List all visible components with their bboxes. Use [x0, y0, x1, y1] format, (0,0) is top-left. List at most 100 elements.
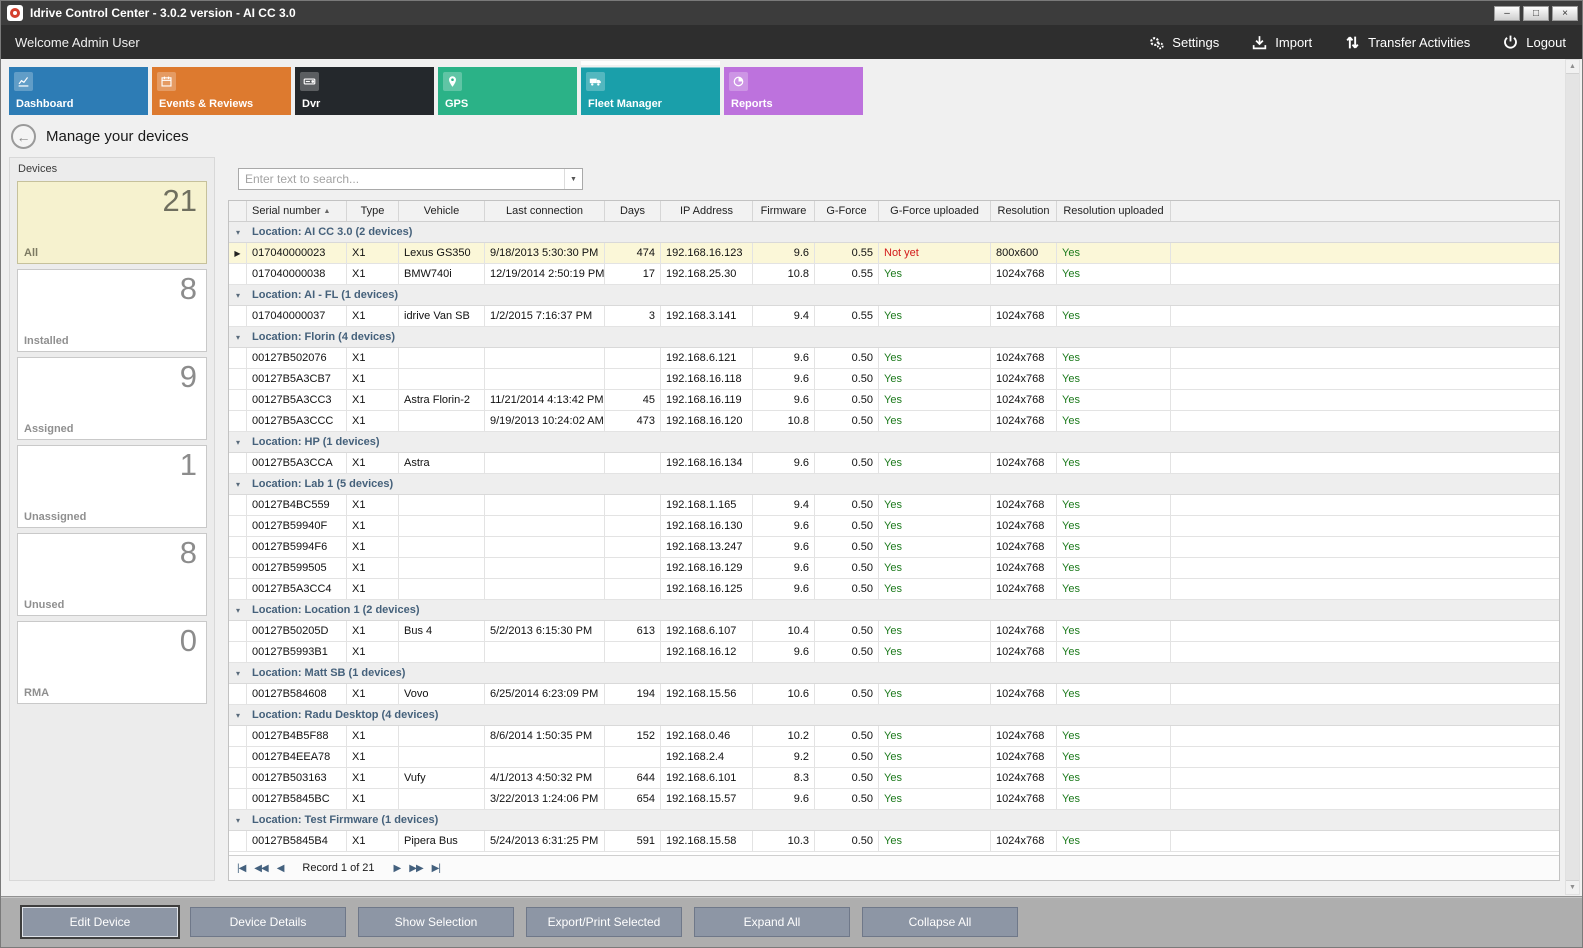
group-row[interactable]: ▾Location: Matt SB (1 devices): [229, 663, 1559, 684]
cell-ip-address: 192.168.2.4: [661, 747, 753, 767]
edit-device-button[interactable]: Edit Device: [22, 907, 178, 937]
scroll-up-icon[interactable]: ▲: [1569, 60, 1576, 73]
group-row[interactable]: ▾Location: AI - FL (1 devices): [229, 285, 1559, 306]
device-row[interactable]: 00127B5994F6X1192.168.13.2479.60.50Yes10…: [229, 537, 1559, 558]
show-selection-button[interactable]: Show Selection: [358, 907, 514, 937]
column-header-ip-address[interactable]: IP Address: [661, 201, 753, 221]
previous-page-button[interactable]: ◀◀: [254, 863, 267, 874]
device-row[interactable]: 00127B503163X1Vufy4/1/2013 4:50:32 PM644…: [229, 768, 1559, 789]
device-row[interactable]: 00127B5A3CC4X1192.168.16.1259.60.50Yes10…: [229, 579, 1559, 600]
group-row[interactable]: ▾Location: Florin (4 devices): [229, 327, 1559, 348]
export-print-selected-button[interactable]: Export/Print Selected: [526, 907, 682, 937]
topbar-action-import[interactable]: Import: [1251, 34, 1312, 51]
device-row[interactable]: 00127B4EEA78X1192.168.2.49.20.50Yes1024x…: [229, 747, 1559, 768]
tab-fleet-manager[interactable]: Fleet Manager: [581, 67, 720, 115]
device-row[interactable]: 00127B5845BCX13/22/2013 1:24:06 PM654192…: [229, 789, 1559, 810]
cell-type: X1: [347, 516, 399, 536]
device-row[interactable]: 017040000037X1idrive Van SB1/2/2015 7:16…: [229, 306, 1559, 327]
cell-resolution-uploaded: Yes: [1057, 369, 1171, 389]
device-row[interactable]: 00127B584608X1Vovo6/25/2014 6:23:09 PM19…: [229, 684, 1559, 705]
tab-dvr[interactable]: Dvr: [295, 67, 434, 115]
device-row[interactable]: 00127B5A3CCAX1Astra192.168.16.1349.60.50…: [229, 453, 1559, 474]
device-row[interactable]: 00127B5A3CC3X1Astra Florin-211/21/2014 4…: [229, 390, 1559, 411]
topbar-action-logout[interactable]: Logout: [1502, 34, 1566, 51]
search-input[interactable]: [239, 169, 564, 189]
device-filter-unassigned[interactable]: 1Unassigned: [17, 445, 207, 528]
vertical-scrollbar[interactable]: ▲ ▼: [1565, 59, 1580, 895]
collapse-caret-icon: ▾: [236, 438, 247, 447]
module-tabs: DashboardEvents & Reviews Dvr GPSFleet Man…: [1, 59, 1582, 120]
dropdown-arrow-icon[interactable]: ▼: [564, 169, 582, 189]
previous-record-button[interactable]: ◀: [277, 863, 284, 874]
topbar-action-transfer-activities[interactable]: Transfer Activities: [1344, 34, 1470, 51]
cell-days: 591: [605, 831, 661, 851]
device-filter-unused[interactable]: 8Unused: [17, 533, 207, 616]
cell-g-force: 0.50: [815, 348, 879, 368]
cell-type: X1: [347, 621, 399, 641]
back-button[interactable]: ←: [11, 124, 36, 149]
device-row[interactable]: 00127B50205DX1Bus 45/2/2013 6:15:30 PM61…: [229, 621, 1559, 642]
expand-all-button[interactable]: Expand All: [694, 907, 850, 937]
cell-days: 613: [605, 621, 661, 641]
device-row[interactable]: 017040000038X1BMW740i12/19/2014 2:50:19 …: [229, 264, 1559, 285]
device-row[interactable]: 00127B5A3CB7X1192.168.16.1189.60.50Yes10…: [229, 369, 1559, 390]
tab-reports[interactable]: Reports: [724, 67, 863, 115]
cell-days: 473: [605, 411, 661, 431]
row-filler: [1171, 369, 1559, 389]
tab-dashboard[interactable]: Dashboard: [9, 67, 148, 115]
group-row[interactable]: ▾Location: AI CC 3.0 (2 devices): [229, 222, 1559, 243]
device-row[interactable]: 00127B4B5F88X18/6/2014 1:50:35 PM152192.…: [229, 726, 1559, 747]
collapse-all-button[interactable]: Collapse All: [862, 907, 1018, 937]
column-header-last-connection[interactable]: Last connection: [485, 201, 605, 221]
cell-firmware: 9.6: [753, 390, 815, 410]
device-filter-rma[interactable]: 0RMA: [17, 621, 207, 704]
next-page-button[interactable]: ▶▶: [409, 863, 422, 874]
device-row[interactable]: ▶017040000023X1Lexus GS3509/18/2013 5:30…: [229, 243, 1559, 264]
device-row[interactable]: 00127B4BC559X1192.168.1.1659.40.50Yes102…: [229, 495, 1559, 516]
scrollbar-thumb[interactable]: [1566, 73, 1579, 881]
device-filter-assigned[interactable]: 9Assigned: [17, 357, 207, 440]
cell-type: X1: [347, 306, 399, 326]
column-header-vehicle[interactable]: Vehicle: [399, 201, 485, 221]
device-filter-all[interactable]: 21All: [17, 181, 207, 264]
device-row[interactable]: 00127B5993B1X1192.168.16.129.60.50Yes102…: [229, 642, 1559, 663]
close-button[interactable]: ×: [1552, 6, 1578, 21]
column-header-days[interactable]: Days: [605, 201, 661, 221]
cell-g-force-uploaded: Yes: [879, 558, 991, 578]
device-filter-cards: 21All8Installed9Assigned1Unassigned8Unus…: [17, 181, 207, 704]
device-row[interactable]: 00127B59940FX1192.168.16.1309.60.50Yes10…: [229, 516, 1559, 537]
device-row[interactable]: 00127B5845B4X1Pipera Bus5/24/2013 6:31:2…: [229, 831, 1559, 852]
row-filler: [1171, 516, 1559, 536]
column-header-g-force[interactable]: G-Force: [815, 201, 879, 221]
column-header-firmware[interactable]: Firmware: [753, 201, 815, 221]
maximize-button[interactable]: □: [1523, 6, 1549, 21]
group-row[interactable]: ▾Location: HP (1 devices): [229, 432, 1559, 453]
cell-last-connection: [485, 747, 605, 767]
column-header-g-force-uploaded[interactable]: G-Force uploaded: [879, 201, 991, 221]
cell-g-force: 0.55: [815, 243, 879, 263]
next-record-button[interactable]: ▶: [394, 863, 401, 874]
tab-label: Dvr: [302, 98, 320, 110]
column-header-resolution-uploaded[interactable]: Resolution uploaded: [1057, 201, 1171, 221]
device-row[interactable]: 00127B599505X1192.168.16.1299.60.50Yes10…: [229, 558, 1559, 579]
column-header-type[interactable]: Type: [347, 201, 399, 221]
group-row[interactable]: ▾Location: Test Firmware (1 devices): [229, 810, 1559, 831]
device-filter-installed[interactable]: 8Installed: [17, 269, 207, 352]
cell-vehicle: [399, 537, 485, 557]
device-details-button[interactable]: Device Details: [190, 907, 346, 937]
group-row[interactable]: ▾Location: Lab 1 (5 devices): [229, 474, 1559, 495]
device-row[interactable]: 00127B5A3CCCX19/19/2013 10:24:02 AM47319…: [229, 411, 1559, 432]
column-header-resolution[interactable]: Resolution: [991, 201, 1057, 221]
device-row[interactable]: 00127B502076X1192.168.6.1219.60.50Yes102…: [229, 348, 1559, 369]
tab-events-reviews[interactable]: Events & Reviews: [152, 67, 291, 115]
column-header-serial-number[interactable]: Serial number▲: [247, 201, 347, 221]
topbar-action-settings[interactable]: Settings: [1148, 34, 1219, 51]
group-row[interactable]: ▾Location: Radu Desktop (4 devices): [229, 705, 1559, 726]
scroll-down-icon[interactable]: ▼: [1569, 881, 1576, 894]
reports-icon: [729, 72, 748, 91]
first-record-button[interactable]: |◀: [237, 863, 245, 874]
group-row[interactable]: ▾Location: Location 1 (2 devices): [229, 600, 1559, 621]
tab-gps[interactable]: GPS: [438, 67, 577, 115]
minimize-button[interactable]: –: [1494, 6, 1520, 21]
last-record-button[interactable]: ▶|: [432, 863, 440, 874]
